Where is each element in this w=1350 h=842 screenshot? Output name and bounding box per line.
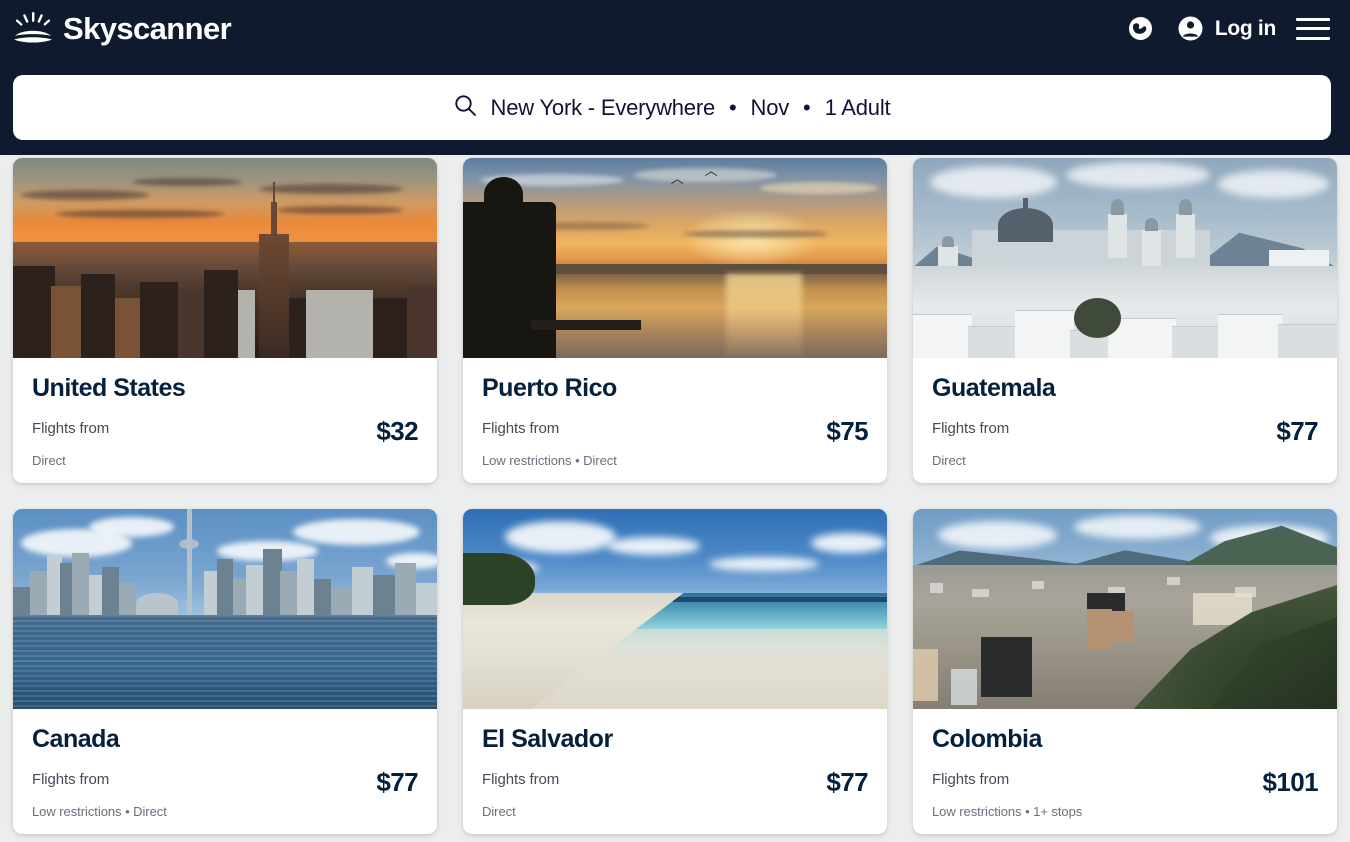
new-york-city-skyline-sunset	[13, 158, 437, 358]
card-body: El Salvador Flights from $77 Direct	[463, 709, 887, 834]
burger-line-2	[1296, 27, 1330, 30]
card-body: Canada Flights from $77 Low restrictions…	[13, 709, 437, 834]
page-title: El Salvador	[482, 725, 613, 753]
table-row[interactable]: Colombia Flights from $101 Low restricti…	[913, 509, 1337, 834]
card-price-row: Flights from $32	[32, 415, 419, 446]
search-separator-1: •	[729, 94, 737, 120]
flights-from-label: Flights from	[482, 419, 560, 437]
search-icon	[454, 94, 477, 122]
status-badge: Low restrictions • 1+ stops	[932, 803, 1083, 819]
login-button[interactable]: Log in	[1176, 14, 1276, 44]
flights-from-label: Flights from	[932, 419, 1010, 437]
table-row[interactable]: Guatemala Flights from $77 Direct	[913, 158, 1337, 483]
price-value: $77	[826, 766, 868, 797]
el-salvador-white-sand-beach	[463, 509, 887, 709]
status-badge: Direct	[32, 452, 66, 468]
burger-line-1	[1296, 17, 1330, 21]
card-body: Puerto Rico Flights from $75 Low restric…	[463, 358, 887, 483]
flights-from-label: Flights from	[932, 770, 1010, 788]
bogota-cityscape-hills	[913, 509, 1337, 709]
search-travellers-text: 1 Adult	[824, 94, 891, 120]
card-body: Guatemala Flights from $77 Direct	[913, 358, 1337, 483]
card-price-row: Flights from $77	[482, 766, 869, 797]
card-body: Colombia Flights from $101 Low restricti…	[913, 709, 1337, 834]
page-title: Guatemala	[932, 374, 1056, 402]
price-value: $77	[376, 766, 418, 797]
table-row[interactable]: El Salvador Flights from $77 Direct	[463, 509, 887, 834]
globe-icon[interactable]	[1126, 14, 1156, 44]
account-circle-icon	[1176, 14, 1206, 44]
burger-line-3	[1296, 36, 1330, 40]
page-title: Canada	[32, 725, 120, 753]
page-title: Puerto Rico	[482, 374, 617, 402]
search-month-text: Nov	[750, 94, 790, 120]
search-summary-bar[interactable]: New York - Everywhere • Nov • 1 Adult	[13, 75, 1331, 140]
card-body: United States Flights from $32 Direct	[13, 358, 437, 483]
brand-name: Skyscanner	[63, 11, 232, 46]
hamburger-menu-icon[interactable]	[1296, 16, 1330, 42]
table-row[interactable]: ︿ ︿ Puerto Rico Flights from $75 Low res…	[463, 158, 887, 483]
card-price-row: Flights from $101	[932, 766, 1319, 797]
flights-from-label: Flights from	[32, 419, 110, 437]
puerto-rico-bay-sunset: ︿ ︿	[463, 158, 887, 358]
page-title: Colombia	[932, 725, 1042, 753]
flights-from-label: Flights from	[32, 770, 110, 788]
site-header: Skyscanner Log in New York - Everywhere …	[0, 0, 1350, 155]
toronto-skyline-cn-tower	[13, 509, 437, 709]
price-value: $75	[826, 415, 868, 446]
page-title: United States	[32, 374, 186, 402]
status-badge: Low restrictions • Direct	[482, 452, 617, 468]
price-value: $101	[1262, 766, 1319, 797]
skyscanner-logo-link[interactable]: Skyscanner	[12, 11, 232, 46]
guatemala-city-cathedral	[913, 158, 1337, 358]
table-row[interactable]: United States Flights from $32 Direct	[13, 158, 437, 483]
destination-cards-grid: United States Flights from $32 Direct ︿ …	[0, 155, 1350, 834]
navbar-right-actions: Log in	[1126, 14, 1338, 44]
search-route-text: New York - Everywhere	[490, 94, 716, 120]
card-price-row: Flights from $75	[482, 415, 869, 446]
status-badge: Low restrictions • Direct	[32, 803, 167, 819]
search-summary-content: New York - Everywhere • Nov • 1 Adult	[454, 94, 891, 122]
navbar: Skyscanner Log in	[0, 0, 1350, 57]
card-price-row: Flights from $77	[932, 415, 1319, 446]
price-value: $77	[1276, 415, 1318, 446]
status-badge: Direct	[932, 452, 966, 468]
search-separator-2: •	[803, 94, 811, 120]
status-badge: Direct	[482, 803, 516, 819]
table-row[interactable]: Canada Flights from $77 Low restrictions…	[13, 509, 437, 834]
card-price-row: Flights from $77	[32, 766, 419, 797]
login-label: Log in	[1214, 16, 1276, 40]
sunrise-logo-icon	[12, 11, 54, 46]
flights-from-label: Flights from	[482, 770, 560, 788]
price-value: $32	[376, 415, 418, 446]
